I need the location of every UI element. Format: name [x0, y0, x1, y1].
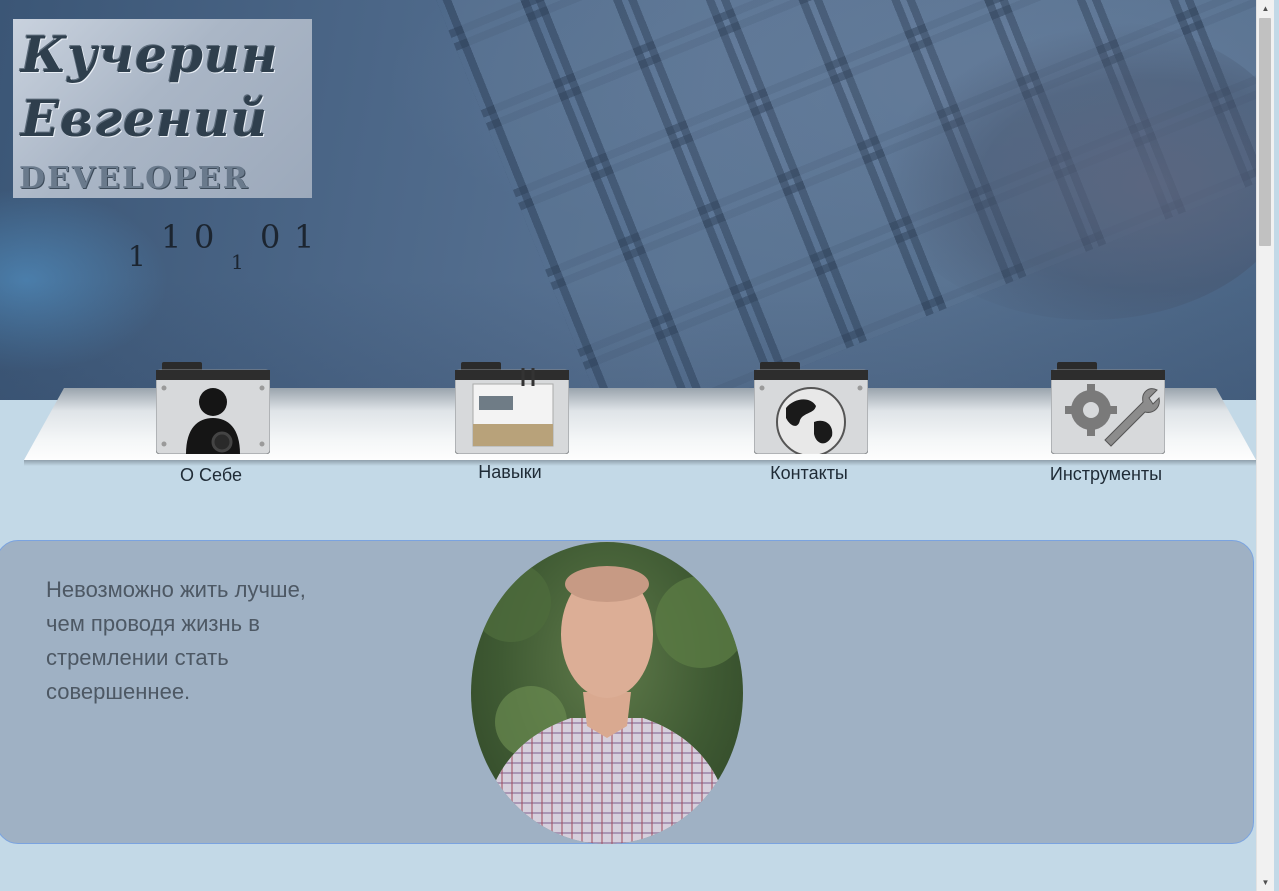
nav-item-about[interactable]: О Себе: [141, 362, 281, 492]
logo-name: Евгений: [21, 89, 269, 148]
user-folder-icon: [156, 362, 270, 454]
nav-label-skills[interactable]: Навыки: [440, 462, 580, 483]
nav-item-contacts[interactable]: Контакты: [739, 362, 879, 492]
profile-photo: [471, 542, 743, 844]
nav-item-skills[interactable]: Навыки: [440, 362, 580, 492]
about-panel: Невозможно жить лучше, чем проводя жизнь…: [0, 540, 1254, 844]
skills-folder-icon: [455, 362, 569, 454]
globe-folder-icon: [754, 362, 868, 454]
nav-label-contacts[interactable]: Контакты: [739, 463, 879, 484]
site-logo[interactable]: Кучерин Евгений DEVELOPER: [13, 19, 312, 198]
vertical-scrollbar[interactable]: ▲ ▼: [1256, 0, 1274, 891]
binary-digit: 1: [161, 218, 182, 256]
tools-folder-icon: [1051, 362, 1165, 454]
about-quote: Невозможно жить лучше, чем проводя жизнь…: [46, 577, 306, 704]
logo-surname: Кучерин: [21, 25, 279, 84]
binary-digit: 1: [231, 250, 244, 274]
binary-digit: 1: [128, 240, 146, 273]
binary-digit: 0: [194, 218, 215, 256]
binary-digit: 1: [294, 218, 315, 256]
nav-label-about[interactable]: О Себе: [141, 465, 281, 486]
binary-digit: 0: [260, 218, 281, 256]
nav-item-tools[interactable]: Инструменты: [1036, 362, 1176, 492]
scroll-up-arrow-icon[interactable]: ▲: [1257, 0, 1274, 17]
scroll-thumb[interactable]: [1259, 18, 1271, 246]
logo-role: DEVELOPER: [19, 161, 250, 196]
binary-digits: 1 1 0 1 0 1: [128, 218, 328, 278]
nav-label-tools[interactable]: Инструменты: [1036, 464, 1176, 485]
scroll-down-arrow-icon[interactable]: ▼: [1257, 874, 1274, 891]
